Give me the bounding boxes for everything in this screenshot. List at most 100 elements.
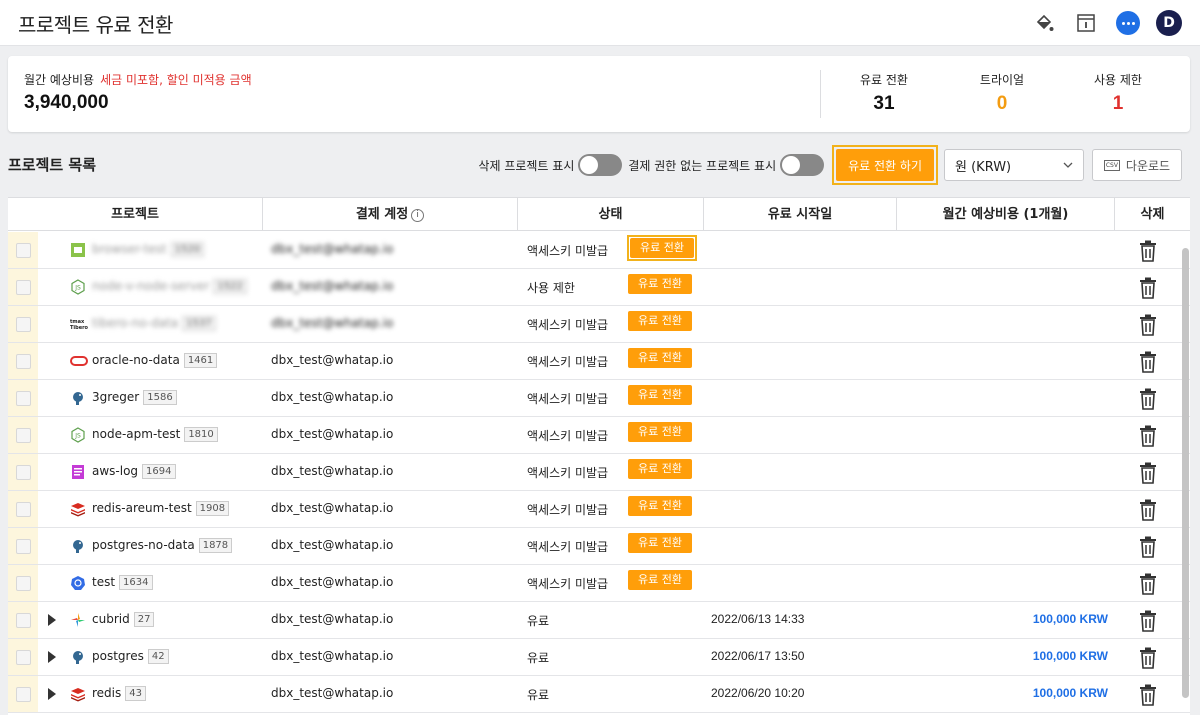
- project-name[interactable]: test 1634: [92, 575, 153, 590]
- row-checkbox[interactable]: [16, 391, 31, 406]
- expand-caret-icon[interactable]: [48, 614, 56, 626]
- trash-icon[interactable]: [1138, 610, 1158, 636]
- convert-to-paid-button[interactable]: 유료 전환 하기: [836, 149, 934, 181]
- project-name[interactable]: node-apm-test 1810: [92, 427, 218, 442]
- project-name[interactable]: cubrid 27: [92, 612, 155, 627]
- project-name[interactable]: postgres-no-data 1878: [92, 538, 233, 553]
- notice-icon[interactable]: [1072, 9, 1100, 37]
- trash-icon[interactable]: [1138, 314, 1158, 340]
- row-checkbox[interactable]: [16, 539, 31, 554]
- project-name[interactable]: aws-log 1694: [92, 464, 176, 479]
- row-checkbox[interactable]: [16, 317, 31, 332]
- header-monthly-cost[interactable]: 월간 예상비용 (1개월): [897, 198, 1115, 231]
- convert-to-paid-badge[interactable]: 유료 전환: [628, 422, 692, 442]
- currency-select[interactable]: 원 (KRW): [944, 149, 1084, 181]
- info-icon[interactable]: i: [411, 209, 425, 222]
- monthly-cost-note: 세금 미포함, 할인 미적용 금액: [100, 73, 252, 87]
- convert-to-paid-badge[interactable]: 유료 전환: [628, 570, 692, 590]
- kubernetes-icon: [70, 575, 86, 591]
- project-name-text: test: [92, 575, 116, 589]
- row-checkbox[interactable]: [16, 613, 31, 628]
- convert-to-paid-badge[interactable]: 유료 전환: [628, 274, 692, 294]
- trash-icon[interactable]: [1138, 240, 1158, 266]
- project-name[interactable]: browser-test 1520: [92, 242, 205, 257]
- convert-to-paid-badge[interactable]: 유료 전환: [628, 385, 692, 405]
- checkbox-cell: [8, 269, 38, 305]
- convert-to-paid-badge[interactable]: 유료 전환: [628, 496, 692, 516]
- trash-icon[interactable]: [1138, 277, 1158, 303]
- stat-trial-value: 0: [996, 93, 1008, 114]
- expand-caret-icon[interactable]: [48, 688, 56, 700]
- toggle-no-permission-projects[interactable]: [780, 154, 825, 176]
- trash-icon[interactable]: [1138, 684, 1158, 710]
- table-row[interactable]: redis 43 dbx_test@whatap.io 유료 2022/06/20 10…: [8, 676, 1190, 713]
- header-account[interactable]: 결제 계정 i: [263, 198, 518, 231]
- row-checkbox[interactable]: [16, 465, 31, 480]
- row-checkbox[interactable]: [16, 650, 31, 665]
- project-code: 1908: [195, 501, 230, 516]
- table-row[interactable]: redis-areum-test 1908 dbx_test@whatap.io 액세…: [8, 491, 1190, 528]
- row-checkbox[interactable]: [16, 576, 31, 591]
- project-code: 1520: [170, 242, 205, 257]
- project-code: 1522: [213, 279, 247, 294]
- monthly-cost-label: 월간 예상비용 세금 미포함, 할인 미적용 금액: [24, 71, 252, 88]
- table-row[interactable]: browser-test 1520 dbx_test@whatap.io 액세스키 미…: [8, 232, 1190, 269]
- table-row[interactable]: aws-log 1694 dbx_test@whatap.io 액세스키 미발급 유료 …: [8, 454, 1190, 491]
- scrollbar[interactable]: [1182, 248, 1189, 698]
- trash-icon[interactable]: [1138, 351, 1158, 377]
- project-name[interactable]: oracle-no-data 1461: [92, 353, 218, 368]
- table-row[interactable]: tmax Tibero tibero-no-data 1537 dbx_test@wha…: [8, 306, 1190, 343]
- project-name[interactable]: node-v-node-server 1522: [92, 279, 247, 294]
- avatar[interactable]: D: [1156, 10, 1182, 36]
- header-start-date[interactable]: 유료 시작일: [704, 198, 897, 231]
- header-status[interactable]: 상태: [518, 198, 704, 231]
- paint-bucket-icon[interactable]: [1030, 9, 1058, 37]
- project-name[interactable]: 3greger 1586: [92, 390, 177, 405]
- oracle-icon: [70, 353, 88, 369]
- trash-icon[interactable]: [1138, 573, 1158, 599]
- status-text: 액세스키 미발급: [527, 540, 609, 554]
- table-row[interactable]: JS node-apm-test 1810 dbx_test@whatap.io 액세스…: [8, 417, 1190, 454]
- project-name[interactable]: redis-areum-test 1908: [92, 501, 230, 516]
- trash-icon[interactable]: [1138, 499, 1158, 525]
- toggle-deleted-projects[interactable]: [578, 154, 623, 176]
- trash-icon[interactable]: [1138, 536, 1158, 562]
- top-bar: 프로젝트 유료 전환 D: [0, 0, 1200, 46]
- convert-to-paid-badge[interactable]: 유료 전환: [628, 311, 692, 331]
- checkbox-cell: [8, 528, 38, 564]
- table-row[interactable]: postgres-no-data 1878 dbx_test@whatap.io 액세…: [8, 528, 1190, 565]
- header-account-label: 결제 계정: [355, 207, 409, 222]
- convert-to-paid-badge[interactable]: 유료 전환: [628, 348, 692, 368]
- row-checkbox[interactable]: [16, 354, 31, 369]
- convert-to-paid-badge[interactable]: 유료 전환: [630, 238, 694, 258]
- top-icons: D: [1030, 9, 1182, 37]
- billing-account: dbx_test@whatap.io: [271, 575, 394, 589]
- trash-icon[interactable]: [1138, 647, 1158, 673]
- table-row[interactable]: test 1634 dbx_test@whatap.io 액세스키 미발급 유료 전환: [8, 565, 1190, 602]
- header-project[interactable]: 프로젝트: [8, 198, 263, 231]
- table-row[interactable]: cubrid 27 dbx_test@whatap.io 유료 2022/06/13 1…: [8, 602, 1190, 639]
- row-checkbox[interactable]: [16, 502, 31, 517]
- table-row[interactable]: oracle-no-data 1461 dbx_test@whatap.io 액세스키…: [8, 343, 1190, 380]
- row-checkbox[interactable]: [16, 687, 31, 702]
- project-name-text: postgres: [92, 649, 144, 663]
- row-checkbox[interactable]: [16, 428, 31, 443]
- convert-to-paid-badge[interactable]: 유료 전환: [628, 533, 692, 553]
- table-row[interactable]: JS node-v-node-server 1522 dbx_test@whatap.…: [8, 269, 1190, 306]
- table-row[interactable]: postgres 42 dbx_test@whatap.io 유료 2022/06/17…: [8, 639, 1190, 676]
- status-text: 사용 제한: [527, 281, 575, 295]
- table-row[interactable]: 3greger 1586 dbx_test@whatap.io 액세스키 미발급 유료 …: [8, 380, 1190, 417]
- trash-icon[interactable]: [1138, 425, 1158, 451]
- convert-to-paid-badge[interactable]: 유료 전환: [628, 459, 692, 479]
- row-checkbox[interactable]: [16, 243, 31, 258]
- row-checkbox[interactable]: [16, 280, 31, 295]
- trash-icon[interactable]: [1138, 462, 1158, 488]
- chat-icon[interactable]: [1114, 9, 1142, 37]
- expand-caret-icon[interactable]: [48, 651, 56, 663]
- project-name[interactable]: redis 43: [92, 686, 146, 701]
- billing-account: dbx_test@whatap.io: [271, 279, 394, 293]
- trash-icon[interactable]: [1138, 388, 1158, 414]
- project-name[interactable]: tibero-no-data 1537: [92, 316, 216, 331]
- project-name[interactable]: postgres 42: [92, 649, 169, 664]
- download-button[interactable]: CSV 다운로드: [1092, 149, 1182, 181]
